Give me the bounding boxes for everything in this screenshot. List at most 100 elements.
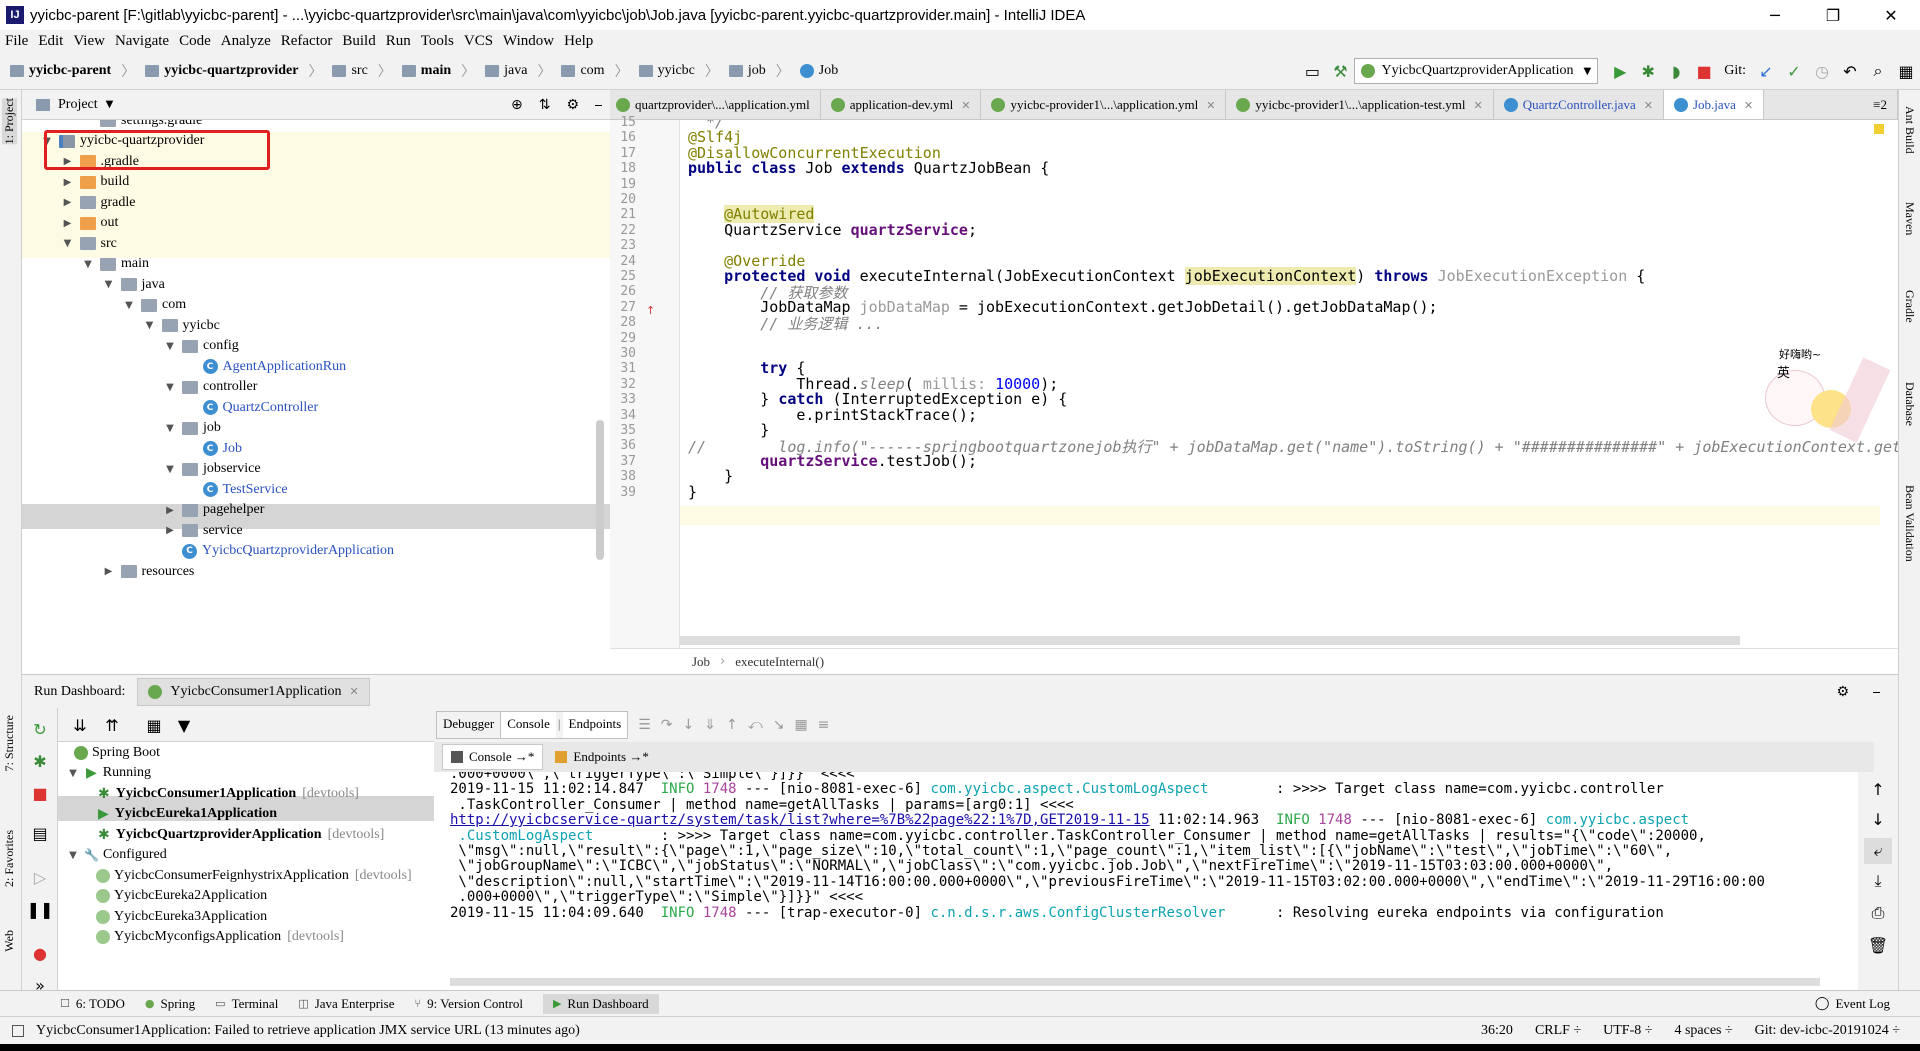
console-link[interactable]: http://yyicbcservice-quartz/system/task/… [450,812,1150,828]
gear-icon[interactable]: ⚙ [1836,684,1849,700]
force-step-into-icon[interactable]: ⇓ [704,717,716,733]
project-structure-icon[interactable]: ▭ [1298,58,1326,84]
print-icon[interactable]: ⎙ [1864,900,1892,926]
debugger-tab[interactable]: Debugger [437,712,502,738]
favorites-tool-button[interactable]: 2: Favorites [2,830,17,887]
chevron-down-icon[interactable]: ▼ [102,279,116,290]
chevron-down-icon[interactable]: ▼ [106,99,114,110]
chevron-right-icon[interactable]: ▶ [61,177,75,188]
trace-icon[interactable]: ≡ [818,717,830,733]
chevron-down-icon[interactable]: ▼ [122,300,136,311]
menu-item-build[interactable]: Build [342,33,375,50]
console-horizontal-scrollbar[interactable] [450,978,1820,986]
layout-icon[interactable]: ▤ [26,820,54,846]
run-dashboard-tab[interactable]: YyicbcConsumer1Application ✕ [137,677,370,706]
editor-horizontal-scrollbar[interactable] [680,636,1740,645]
chevron-right-icon[interactable]: ▶ [163,505,177,516]
close-icon[interactable]: ✕ [1206,99,1215,112]
resume-icon[interactable]: ▷ [26,864,54,890]
menu-icon[interactable]: ☰ [638,717,651,733]
menu-item-run[interactable]: Run [386,33,411,50]
clear-all-icon[interactable]: 🗑 [1864,932,1892,958]
stop-icon[interactable]: ■ [1690,58,1718,84]
editor-tab[interactable]: QuartzController.java ✕ [1494,90,1664,119]
hide-panel-icon[interactable]: ⎯ [1873,684,1880,700]
inspection-status-icon[interactable] [1874,124,1884,134]
chevron-right-icon[interactable]: ▶ [163,525,177,536]
step-out-icon[interactable]: ↑ [726,717,738,733]
status-toggle-icon[interactable] [12,1024,24,1037]
build-hammer-icon[interactable]: ⚒ [1326,58,1354,84]
event-log-button[interactable]: ◯ Event Log [1815,996,1890,1012]
structure-tool-button[interactable]: 7: Structure [2,715,17,771]
breadcrumb-item[interactable]: job 〉 [728,61,790,81]
soft-wrap-icon[interactable]: ⤶ [1864,838,1892,864]
menu-item-navigate[interactable]: Navigate [115,33,169,50]
stop-icon[interactable]: ■ [26,780,54,806]
ant-build-tool-button[interactable]: Ant Build [1902,106,1917,154]
scroll-to-end-icon[interactable]: ⤓ [1864,868,1892,894]
breadcrumb-method[interactable]: executeInternal() [735,654,824,670]
breadcrumb-item[interactable]: yyicbc 〉 [638,61,719,81]
coverage-icon[interactable]: ◗ [1662,58,1690,84]
step-over-icon[interactable]: ↷ [661,717,673,733]
git-history-icon[interactable]: ◷ [1808,58,1836,84]
chevron-down-icon[interactable]: ▼ [163,341,177,352]
tabs-overflow-button[interactable]: ≡2 [1863,90,1898,119]
override-marker-icon[interactable]: ↑ [646,304,655,317]
maven-tool-button[interactable]: Maven [1902,202,1917,235]
menu-item-help[interactable]: Help [564,33,593,50]
status-message[interactable]: YyicbcConsumer1Application: Failed to re… [36,1023,580,1039]
chevron-down-icon[interactable]: ▼ [61,238,75,249]
console-subtab[interactable]: Console →* [442,744,544,770]
line-separator-select[interactable]: CRLF ÷ [1535,1023,1581,1039]
scroll-up-icon[interactable]: ↑ [1864,776,1892,802]
revert-icon[interactable]: ↶ [1836,58,1864,84]
bottom-tab-run-dashboard[interactable]: ▶ Run Dashboard [542,993,659,1014]
console-tab[interactable]: Console [501,712,556,738]
menu-item-vcs[interactable]: VCS [464,33,493,50]
chevron-down-icon[interactable]: ▼ [163,382,177,393]
run-to-cursor-icon[interactable]: ↘ [773,717,785,733]
git-branch-select[interactable]: Git: dev-icbc-20191024 ÷ [1755,1023,1900,1039]
endpoints-tab[interactable]: Endpoints [562,712,628,738]
editor-tab[interactable]: yyicbc-provider1\...\application.yml ✕ [981,90,1227,119]
breadcrumb-item[interactable]: Job [799,63,838,79]
indent-select[interactable]: 4 spaces ÷ [1674,1023,1732,1039]
tree-node[interactable]: ▶ resources [102,559,195,584]
step-into-icon[interactable]: ↓ [683,717,695,733]
settings-icon[interactable]: ▦ [1892,58,1920,84]
close-icon[interactable]: ✕ [1644,99,1653,112]
menu-item-tools[interactable]: Tools [421,33,454,50]
editor-tab[interactable]: quartzprovider\...\application.yml [610,90,821,119]
breadcrumb-class[interactable]: Job [692,654,710,670]
close-icon[interactable]: ✕ [1862,0,1920,30]
scroll-down-icon[interactable]: ↓ [1864,806,1892,832]
gear-icon[interactable]: ⚙ [566,97,579,113]
editor-tab[interactable]: application-dev.yml ✕ [821,90,982,119]
chevron-right-icon[interactable]: ▶ [61,218,75,229]
chevron-down-icon[interactable]: ▼ [143,320,157,331]
menu-item-analyze[interactable]: Analyze [221,33,271,50]
git-update-icon[interactable]: ↙ [1752,58,1780,84]
run-configuration-select[interactable]: YyicbcQuartzproviderApplication ▼ [1354,58,1599,84]
chevron-right-icon[interactable]: ▶ [61,197,75,208]
bottom-tab-todo[interactable]: ☐ 6: TODO [60,996,125,1012]
breadcrumb-item[interactable]: com 〉 [561,61,629,81]
collapse-all-icon[interactable]: ⇈ [98,712,126,738]
encoding-select[interactable]: UTF-8 ÷ [1603,1023,1652,1039]
pause-icon[interactable]: ❚❚ [26,896,54,922]
ime-indicator[interactable]: 英 [1777,362,1790,381]
chevron-down-icon[interactable]: ▼ [66,850,80,861]
gradle-tool-button[interactable]: Gradle [1902,290,1917,323]
debug-icon[interactable]: ✱ [1634,58,1662,84]
collapse-all-icon[interactable]: ⇅ [539,97,551,113]
chevron-down-icon[interactable]: ▼ [66,768,80,779]
run-config-node[interactable]: YyicbcMyconfigsApplication [devtools] [92,925,344,950]
locate-icon[interactable]: ⊕ [511,97,523,113]
menu-item-file[interactable]: File [5,33,28,50]
tree-node[interactable]: C YyicbcQuartzproviderApplication [163,539,394,564]
menu-item-window[interactable]: Window [503,33,554,50]
minimize-icon[interactable]: ─ [1746,0,1804,30]
chevron-down-icon[interactable]: ▼ [81,259,95,270]
